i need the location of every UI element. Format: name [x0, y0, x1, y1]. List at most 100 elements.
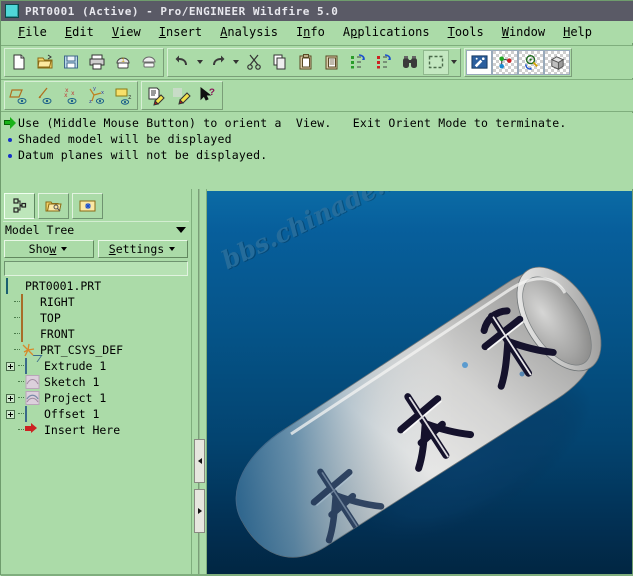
svg-text:x: x [101, 90, 104, 96]
navigator-collapse-arrow[interactable] [176, 227, 186, 233]
svg-text:?: ? [209, 88, 215, 99]
new-file-button[interactable] [6, 50, 32, 75]
tree-item-sketch[interactable]: Sketch 1 [4, 374, 188, 390]
cut-button[interactable] [241, 50, 267, 75]
tree-item-insert-here[interactable]: Insert Here [4, 422, 188, 438]
tree-item-label: Extrude 1 [44, 359, 107, 373]
paste-special-button[interactable] [319, 50, 345, 75]
menu-info[interactable]: Info [287, 25, 334, 39]
redo-button[interactable] [205, 50, 231, 75]
datum-csys-display-button[interactable]: yx z [84, 83, 110, 108]
menu-applications[interactable]: Applications [334, 25, 439, 39]
part-icon [6, 278, 21, 294]
toolbar-group-datum-display: xxx yxz z [4, 81, 138, 110]
panel-splitter[interactable] [191, 189, 207, 574]
sketch-edit-button[interactable] [143, 83, 169, 108]
datum-axis-display-button[interactable] [32, 83, 58, 108]
view-manager-button[interactable] [544, 49, 570, 75]
expand-right-arrow-icon [197, 508, 202, 514]
tree-item-part[interactable]: PRT0001.PRT [4, 278, 188, 294]
favorites-tab[interactable] [72, 193, 103, 219]
tree-item-label: TOP [40, 311, 61, 325]
repaint-button[interactable] [466, 49, 492, 75]
navigator-title: Model Tree [5, 223, 75, 237]
model-tree-tab[interactable] [4, 193, 35, 219]
context-help-button[interactable]: ? [195, 83, 221, 108]
window-icon[interactable] [5, 4, 19, 18]
menu-insert[interactable]: Insert [150, 25, 211, 39]
regenerate-all-button[interactable] [371, 50, 397, 75]
tree-item-top-plane[interactable]: TOP [4, 310, 188, 326]
menu-window[interactable]: Window [493, 25, 554, 39]
chevron-down-icon [61, 247, 68, 251]
tree-toolbar: Show Settings [4, 240, 188, 258]
undo-button[interactable] [169, 50, 195, 75]
project-icon [25, 391, 40, 405]
blue-dot-icon [4, 149, 17, 162]
expand-toggle[interactable] [6, 361, 15, 371]
datum-plane-icon [21, 294, 36, 310]
tree-connector [18, 374, 25, 390]
toolbar-group-view [464, 47, 572, 77]
navigator-tabs [4, 191, 106, 219]
find-button[interactable] [397, 50, 423, 75]
model-3d-view [235, 266, 602, 558]
select-dropdown-arrow[interactable] [451, 60, 457, 64]
menu-view[interactable]: View [103, 25, 150, 39]
datum-plane-icon [21, 326, 36, 342]
graphics-viewport[interactable]: bbs.chinade.net [207, 191, 632, 574]
tree-column-header[interactable] [4, 261, 188, 276]
collapse-left-button[interactable] [194, 439, 205, 483]
print-preview-button[interactable]: i [110, 50, 136, 75]
insert-here-icon [25, 423, 40, 437]
datum-plane-display-button[interactable] [6, 83, 32, 108]
paint-edit-button[interactable] [169, 83, 195, 108]
navigator-title-bar: Model Tree [3, 221, 189, 238]
open-folder-button[interactable] [32, 50, 58, 75]
svg-text:x: x [71, 90, 75, 97]
model-tree: PRT0001.PRT RIGHT TOP FRONT PRT_CSYS_DEF… [4, 278, 188, 568]
menu-file[interactable]: File [9, 25, 56, 39]
tree-item-offset[interactable]: Offset 1 [4, 406, 188, 422]
green-arrow-icon [4, 117, 17, 130]
tree-item-front-plane[interactable]: FRONT [4, 326, 188, 342]
spin-center-button[interactable] [518, 49, 544, 75]
datum-point-display-button[interactable]: xxx [58, 83, 84, 108]
show-button[interactable]: Show [4, 240, 94, 258]
tree-item-right-plane[interactable]: RIGHT [4, 294, 188, 310]
settings-button[interactable]: Settings [98, 240, 188, 258]
menu-bar: File Edit View Insert Analysis Info Appl… [1, 21, 633, 43]
tree-item-extrude[interactable]: Extrude 1 [4, 358, 188, 374]
paste-button[interactable] [293, 50, 319, 75]
chevron-down-icon [169, 247, 176, 251]
expand-right-button[interactable] [194, 489, 205, 533]
menu-help[interactable]: Help [554, 25, 601, 39]
tree-connector [18, 422, 25, 438]
blue-dot-icon [4, 133, 17, 146]
toolbar-row-1: i [1, 45, 633, 78]
message-text: Use (Middle Mouse Button) to orient a Vi… [18, 116, 567, 130]
expand-toggle[interactable] [6, 409, 15, 419]
tree-connector [14, 342, 21, 358]
expand-toggle[interactable] [6, 393, 15, 403]
title-bar: PRT0001 (Active) - Pro/ENGINEER Wildfire… [1, 1, 633, 21]
tree-item-label: PRT_CSYS_DEF [40, 343, 124, 357]
message-line: Shaded model will be displayed [4, 132, 633, 148]
folder-browser-tab[interactable] [38, 193, 69, 219]
tree-item-label: Insert Here [44, 423, 121, 437]
regenerate-button[interactable] [345, 50, 371, 75]
mail-button[interactable] [136, 50, 162, 75]
save-button[interactable] [58, 50, 84, 75]
menu-edit[interactable]: Edit [56, 25, 103, 39]
annotation-display-button[interactable]: z [110, 83, 136, 108]
print-button[interactable] [84, 50, 110, 75]
redo-dropdown-arrow[interactable] [233, 60, 239, 64]
tree-item-project[interactable]: Project 1 [4, 390, 188, 406]
undo-dropdown-arrow[interactable] [197, 60, 203, 64]
datum-points-display-button[interactable] [492, 49, 518, 75]
tree-connector [18, 406, 25, 422]
copy-button[interactable] [267, 50, 293, 75]
menu-analysis[interactable]: Analysis [211, 25, 287, 39]
menu-tools[interactable]: Tools [439, 25, 493, 39]
select-box-button[interactable] [423, 49, 449, 75]
